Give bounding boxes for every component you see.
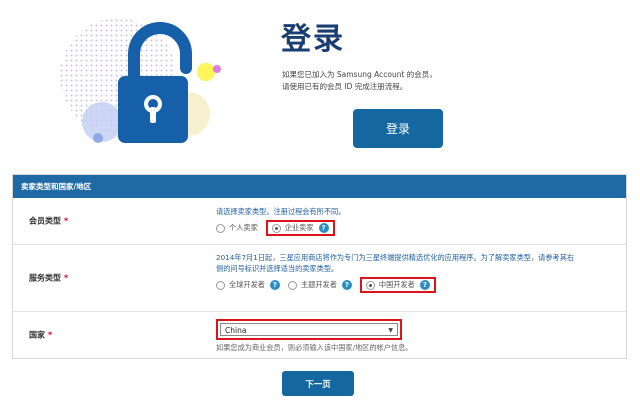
radio-option-theme-developer[interactable]: 主题开发者 ? — [287, 277, 352, 293]
option-label: 个人卖家 — [229, 223, 258, 232]
member-type-options: 个人卖家 企业卖家 ? — [216, 220, 620, 236]
option-label: 企业卖家 — [284, 223, 314, 232]
required-mark: * — [64, 216, 69, 226]
option-label: 主题开发者 — [300, 280, 337, 289]
service-type-options: 全球开发者 ? 主题开发者 ? 中国开发者 ? — [216, 277, 620, 293]
radio-button[interactable] — [216, 280, 225, 290]
service-type-label-text: 服务类型 — [29, 273, 61, 283]
login-button[interactable]: 登录 — [353, 109, 443, 148]
required-mark: * — [64, 273, 69, 283]
help-icon[interactable]: ? — [341, 280, 352, 290]
country-label: 国家 * — [29, 330, 52, 341]
member-type-row: 会员类型 * 请选择卖家类型。注册过程会有所不同。 个人卖家 企业卖家 ? — [13, 198, 626, 244]
country-content: China ▼ 如果您成为商业会员，则必须输入该中国家/地区的帐户信息。 — [216, 318, 620, 353]
help-icon[interactable]: ? — [318, 223, 329, 233]
radio-button[interactable] — [287, 280, 297, 290]
country-select-highlight: China ▼ — [216, 319, 402, 340]
seller-type-form: 卖家类型和国家/地区 会员类型 * 请选择卖家类型。注册过程会有所不同。 个人卖家… — [12, 174, 627, 359]
radio-option-global-developer[interactable]: 全球开发者 ? — [216, 277, 280, 293]
country-select[interactable]: China ▼ — [220, 323, 398, 336]
padlock-icon — [60, 18, 221, 143]
member-type-content: 请选择卖家类型。注册过程会有所不同。 个人卖家 企业卖家 ? — [216, 206, 620, 236]
page-title: 登录 — [281, 22, 345, 57]
option-label: 中国开发者 — [378, 280, 415, 289]
service-type-hint-line: 侧的问号标识并选择适当的卖家类型。 — [216, 264, 339, 273]
option-label: 全球开发者 — [229, 280, 265, 289]
login-description-line: 如果您已加入为 Samsung Account 的会员， — [282, 70, 437, 79]
unlocked-padlock-illustration — [60, 14, 235, 164]
country-select-value: China — [225, 326, 247, 335]
radio-option-china-developer[interactable]: 中国开发者 ? — [359, 277, 436, 293]
service-type-hint-line: 2014年7月1日起，三星应用商店将作为专门为三星终端提供精选优化的应用程序。为… — [216, 253, 575, 262]
service-type-content: 2014年7月1日起，三星应用商店将作为专门为三星终端提供精选优化的应用程序。为… — [216, 252, 620, 293]
country-label-text: 国家 — [29, 330, 45, 340]
section-header: 卖家类型和国家/地区 — [13, 175, 626, 198]
radio-button[interactable] — [216, 223, 225, 233]
radio-button-selected[interactable] — [365, 280, 375, 290]
login-hero: 登录 如果您已加入为 Samsung Account 的会员， 请使用已有的会员… — [0, 0, 640, 165]
required-mark: * — [48, 330, 53, 340]
country-row: 国家 * China ▼ 如果您成为商业会员，则必须输入该中国家/地区的帐户信息。 — [13, 311, 626, 358]
login-description: 如果您已加入为 Samsung Account 的会员， 请使用已有的会员 ID… — [282, 69, 512, 93]
login-description-line: 请使用已有的会员 ID 完成注册流程。 — [282, 82, 408, 91]
member-type-label: 会员类型 * — [29, 216, 68, 227]
member-type-hint: 请选择卖家类型。注册过程会有所不同。 — [216, 207, 346, 216]
service-type-row: 服务类型 * 2014年7月1日起，三星应用商店将作为专门为三星终端提供精选优化的… — [13, 244, 626, 311]
radio-option-individual-seller[interactable]: 个人卖家 — [216, 220, 258, 236]
radio-button-selected[interactable] — [271, 223, 281, 233]
next-page-button[interactable]: 下一页 — [282, 371, 354, 396]
help-icon[interactable]: ? — [269, 280, 280, 290]
radio-option-enterprise-seller[interactable]: 企业卖家 ? — [265, 220, 335, 236]
help-icon[interactable]: ? — [419, 280, 430, 290]
chevron-down-icon[interactable]: ▼ — [388, 324, 393, 337]
member-type-label-text: 会员类型 — [29, 216, 61, 226]
country-hint: 如果您成为商业会员，则必须输入该中国家/地区的帐户信息。 — [216, 343, 413, 352]
service-type-label: 服务类型 * — [29, 273, 68, 284]
